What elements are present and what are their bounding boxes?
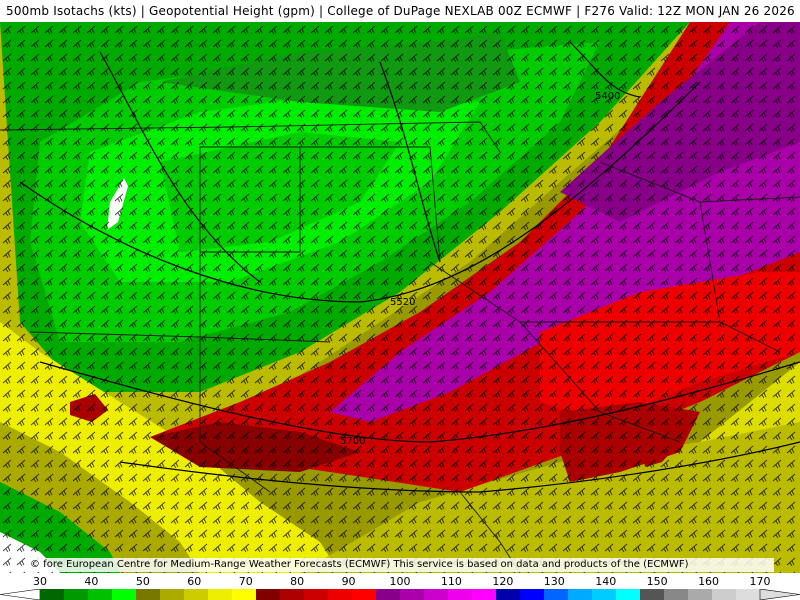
colorbar-label: 50 (135, 575, 150, 588)
colorbar-label: 170 (749, 575, 771, 588)
colorbar-label: 120 (492, 575, 514, 588)
colorbar-swatch (472, 589, 497, 600)
colorbar-high-arrow (759, 589, 800, 600)
colorbar-swatch (544, 589, 569, 600)
colorbar-swatch (688, 589, 713, 600)
colorbar-swatch (400, 589, 425, 600)
colorbar-swatch (328, 589, 353, 600)
colorbar-swatch (448, 589, 473, 600)
colorbar-swatch (376, 589, 401, 600)
colorbar-label: 130 (543, 575, 565, 588)
contour-label-5400: 5400 (595, 91, 620, 102)
map-page: 500mb Isotachs (kts) | Geopotential Heig… (0, 0, 800, 600)
colorbar-label: 160 (698, 575, 720, 588)
colorbar-swatch (232, 589, 257, 600)
colorbar-labels: 30 40 50 60 70 80 90 100 110 120 130 140 150 160 170 (0, 574, 800, 589)
colorbar-swatch (352, 589, 377, 600)
colorbar-label: 90 (341, 575, 356, 588)
colorbar-swatch (280, 589, 305, 600)
colorbar-swatch (256, 589, 281, 600)
colorbar-swatch (712, 589, 737, 600)
isotach-map: 5400 5520 5700 (0, 22, 800, 573)
colorbar-swatch (640, 589, 665, 600)
map-header-title: 500mb Isotachs (kts) | Geopotential Heig… (0, 0, 800, 22)
colorbar-swatch (40, 589, 65, 600)
colorbar-label: 80 (290, 575, 305, 588)
colorbar-graphic (0, 589, 800, 600)
colorbar-swatch (568, 589, 593, 600)
colorbar-swatch (112, 589, 137, 600)
colorbar-swatch (160, 589, 185, 600)
colorbar-swatch (520, 589, 545, 600)
colorbar-swatch (184, 589, 209, 600)
colorbar-swatch (64, 589, 89, 600)
colorbar-low-arrow (0, 589, 41, 600)
colorbar-swatch (88, 589, 113, 600)
colorbar-label: 140 (595, 575, 617, 588)
colorbar-swatch (736, 589, 761, 600)
colorbar-swatch (208, 589, 233, 600)
colorbar-label: 100 (389, 575, 411, 588)
colorbar-swatch (304, 589, 329, 600)
colorbar-swatch (664, 589, 689, 600)
colorbar-swatch (424, 589, 449, 600)
contour-label-5520: 5520 (390, 297, 415, 308)
colorbar-label: 110 (440, 575, 462, 588)
colorbar-swatch (616, 589, 641, 600)
colorbar (0, 589, 800, 600)
colorbar-swatch (496, 589, 521, 600)
contour-label-5700: 5700 (340, 436, 365, 447)
colorbar-label: 150 (646, 575, 668, 588)
colorbar-swatch (592, 589, 617, 600)
colorbar-label: 30 (33, 575, 47, 588)
colorbar-swatch (136, 589, 161, 600)
colorbar-label: 40 (84, 575, 99, 588)
ecmwf-attribution: © fore European Centre for Medium-Range … (28, 558, 774, 572)
colorbar-label: 60 (187, 575, 202, 588)
colorbar-label: 70 (238, 575, 253, 588)
